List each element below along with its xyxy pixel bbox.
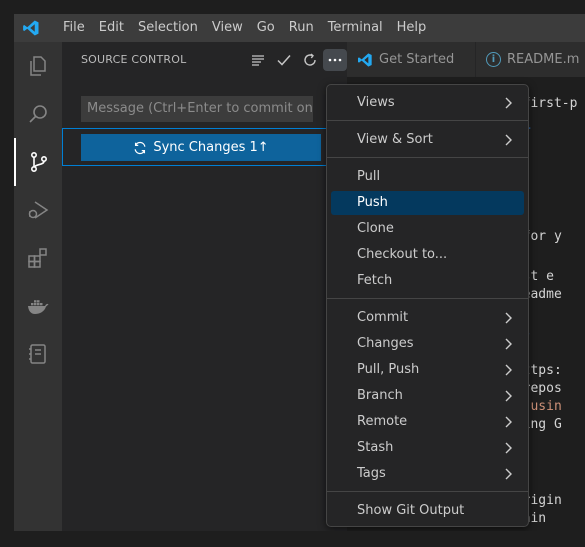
menu-item-view-sort[interactable]: View & Sort (331, 128, 524, 152)
view-as-list-icon[interactable] (245, 49, 271, 71)
info-icon: i (486, 52, 501, 67)
menu-item-label: Views (357, 95, 395, 110)
menu-item-branch[interactable]: Branch (331, 384, 524, 408)
vscode-window: File Edit Selection View Go Run Terminal… (14, 14, 585, 531)
source-control-icon[interactable] (14, 138, 62, 186)
menu-edit[interactable]: Edit (92, 14, 131, 42)
run-debug-icon[interactable] (14, 186, 62, 234)
menu-separator (327, 120, 528, 121)
menu-item-label: Fetch (357, 273, 393, 288)
menu-item-commit[interactable]: Commit (331, 306, 524, 330)
menu-item-clone[interactable]: Clone (331, 217, 524, 241)
source-control-panel: SOURCE CONTROL Message (Ctrl+Enter to co… (62, 42, 347, 531)
sync-icon (134, 141, 146, 154)
chevron-right-icon (504, 436, 514, 460)
menu-terminal[interactable]: Terminal (321, 14, 390, 42)
menu-item-label: View & Sort (357, 132, 433, 147)
menu-item-label: Push (357, 195, 388, 210)
sync-button-container: Sync Changes 1↑ (62, 128, 347, 166)
menu-item-checkout-to[interactable]: Checkout to... (331, 243, 524, 267)
menu-item-label: Remote (357, 414, 408, 429)
commit-message-input[interactable]: Message (Ctrl+Enter to commit on "ma (81, 96, 313, 122)
panel-toolbar (245, 42, 347, 77)
menu-item-label: Branch (357, 388, 403, 403)
menu-item-remote[interactable]: Remote (331, 410, 524, 434)
menu-item-label: Changes (357, 336, 414, 351)
more-actions-icon[interactable] (323, 48, 347, 71)
menu-view[interactable]: View (205, 14, 250, 42)
menu-run[interactable]: Run (282, 14, 321, 42)
menu-separator (327, 157, 528, 158)
menu-item-label: Pull, Push (357, 362, 420, 377)
menu-selection[interactable]: Selection (131, 14, 205, 42)
chevron-right-icon (504, 384, 514, 408)
menu-item-stash[interactable]: Stash (331, 436, 524, 460)
menu-item-pull[interactable]: Pull (331, 165, 524, 189)
extensions-icon[interactable] (14, 234, 62, 282)
menu-item-pull-push[interactable]: Pull, Push (331, 358, 524, 382)
menu-item-label: Show Git Output (357, 503, 465, 518)
menu-item-label: Stash (357, 440, 394, 455)
title-bar: File Edit Selection View Go Run Terminal… (14, 14, 585, 42)
explorer-icon[interactable] (14, 42, 62, 90)
chevron-right-icon (504, 332, 514, 356)
menu-item-label: Commit (357, 310, 409, 325)
menu-item-fetch[interactable]: Fetch (331, 269, 524, 293)
source-control-more-actions-menu: Views View & Sort Pull Push Clone Checkout to… (326, 84, 529, 527)
menu-help[interactable]: Help (390, 14, 434, 42)
menu-file[interactable]: File (56, 14, 92, 42)
menu-item-tags[interactable]: Tags (331, 462, 524, 486)
tab-label: Get Started (379, 52, 455, 67)
sync-changes-label: Sync Changes 1↑ (153, 140, 269, 155)
panel-title: SOURCE CONTROL (81, 53, 187, 66)
tab-readme[interactable]: i README.m (475, 42, 585, 77)
chevron-right-icon (504, 91, 514, 115)
notebook-icon[interactable] (14, 330, 62, 378)
docker-icon[interactable] (14, 282, 62, 330)
menu-item-label: Checkout to... (357, 247, 448, 262)
refresh-icon[interactable] (297, 49, 323, 71)
menu-item-label: Pull (357, 169, 381, 184)
sync-changes-button[interactable]: Sync Changes 1↑ (81, 134, 321, 161)
chevron-right-icon (504, 306, 514, 330)
menu-separator (327, 491, 528, 492)
tab-label: README.m (507, 52, 580, 67)
menu-item-label: Tags (357, 466, 386, 481)
menu-bar: File Edit Selection View Go Run Terminal… (56, 14, 433, 42)
activity-bar (14, 42, 62, 531)
menu-item-label: Clone (357, 221, 394, 236)
editor-tabs: Get Started i README.m (347, 42, 585, 77)
search-icon[interactable] (14, 90, 62, 138)
menu-item-changes[interactable]: Changes (331, 332, 524, 356)
vscode-logo (23, 20, 39, 36)
tab-get-started[interactable]: Get Started (347, 42, 475, 77)
chevron-right-icon (504, 358, 514, 382)
chevron-right-icon (504, 410, 514, 434)
menu-separator (327, 298, 528, 299)
chevron-right-icon (504, 462, 514, 486)
check-icon[interactable] (271, 49, 297, 71)
menu-item-show-git-output[interactable]: Show Git Output (331, 499, 524, 523)
chevron-right-icon (504, 128, 514, 152)
menu-item-push[interactable]: Push (331, 191, 524, 215)
menu-go[interactable]: Go (250, 14, 282, 42)
menu-item-views[interactable]: Views (331, 91, 524, 115)
